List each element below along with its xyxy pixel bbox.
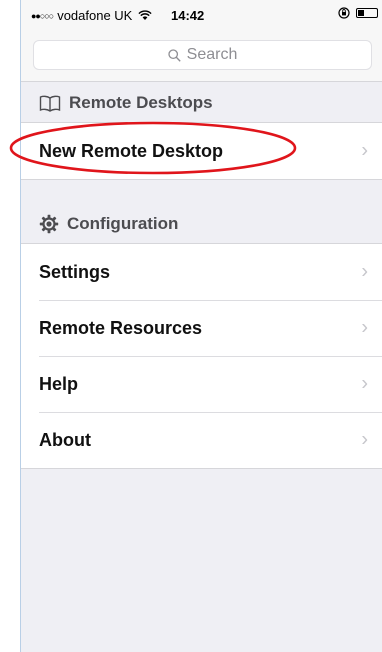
about-item[interactable]: About › xyxy=(21,412,382,468)
battery-level-fill xyxy=(358,10,364,16)
help-item[interactable]: Help › xyxy=(21,356,382,412)
search-icon xyxy=(167,48,181,62)
settings-label: Settings xyxy=(39,261,111,282)
book-icon xyxy=(39,95,61,112)
page: ●●○○○ vodafone UK 14:42 Search Remote De… xyxy=(0,0,382,652)
status-bar: ●●○○○ vodafone UK 14:42 xyxy=(21,0,382,30)
chevron-right-icon: › xyxy=(361,316,368,339)
phone-screen: ●●○○○ vodafone UK 14:42 Search Remote De… xyxy=(20,0,382,652)
status-left: ●●○○○ vodafone UK xyxy=(31,8,152,23)
search-input[interactable]: Search xyxy=(33,40,372,70)
gear-icon xyxy=(39,214,59,234)
settings-item[interactable]: Settings › xyxy=(21,244,382,300)
status-right xyxy=(338,7,378,19)
battery-icon xyxy=(356,8,378,18)
section-title-remote-desktops: Remote Desktops xyxy=(69,93,213,112)
wifi-icon xyxy=(138,10,152,21)
search-placeholder: Search xyxy=(186,46,238,63)
remote-resources-label: Remote Resources xyxy=(39,317,203,338)
status-time: 14:42 xyxy=(171,8,205,23)
chevron-right-icon: › xyxy=(361,260,368,283)
section-title-configuration: Configuration xyxy=(67,214,179,233)
chevron-right-icon: › xyxy=(361,139,368,162)
section-header-remote-desktops: Remote Desktops xyxy=(21,84,382,122)
about-label: About xyxy=(39,429,91,450)
new-remote-desktop-item[interactable]: New Remote Desktop › xyxy=(21,123,382,179)
orientation-lock-icon xyxy=(338,7,350,19)
remote-resources-item[interactable]: Remote Resources › xyxy=(21,300,382,356)
chevron-right-icon: › xyxy=(361,428,368,451)
new-remote-desktop-label: New Remote Desktop xyxy=(39,140,224,161)
help-label: Help xyxy=(39,373,79,394)
carrier-name: vodafone UK xyxy=(57,8,133,23)
group-remote-desktops: New Remote Desktop › xyxy=(21,122,382,180)
signal-strength-indicator: ●●○○○ xyxy=(31,10,54,21)
chevron-right-icon: › xyxy=(361,372,368,395)
group-configuration: Settings › Remote Resources › Help › Abo… xyxy=(21,243,382,469)
search-bar-container: Search xyxy=(21,30,382,82)
section-header-configuration: Configuration xyxy=(21,205,382,243)
